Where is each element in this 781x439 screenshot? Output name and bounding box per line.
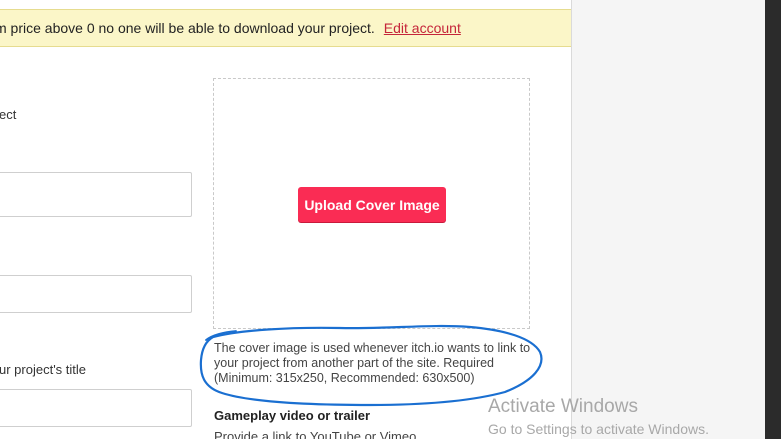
title-input[interactable]: [0, 172, 192, 217]
pricing-notice-banner: m price above 0 no one will be able to d…: [0, 9, 571, 47]
field-label-project: ect: [0, 107, 17, 122]
window-edge-strip: [765, 0, 781, 439]
short-description-input[interactable]: [0, 389, 192, 427]
field-label-short-description: ur project's title: [0, 362, 87, 377]
edit-game-page: m price above 0 no one will be able to d…: [0, 0, 572, 439]
cover-image-help-text: The cover image is used whenever itch.io…: [214, 341, 531, 385]
pricing-notice-text: m price above 0 no one will be able to d…: [0, 20, 375, 36]
url-input[interactable]: [0, 275, 192, 313]
gameplay-video-heading: Gameplay video or trailer: [214, 408, 371, 423]
edit-account-link[interactable]: Edit account: [384, 20, 461, 36]
upload-cover-image-button[interactable]: Upload Cover Image: [298, 187, 446, 222]
gameplay-video-description: Provide a link to YouTube or Vimeo.: [214, 429, 420, 439]
side-panel: [572, 0, 781, 439]
